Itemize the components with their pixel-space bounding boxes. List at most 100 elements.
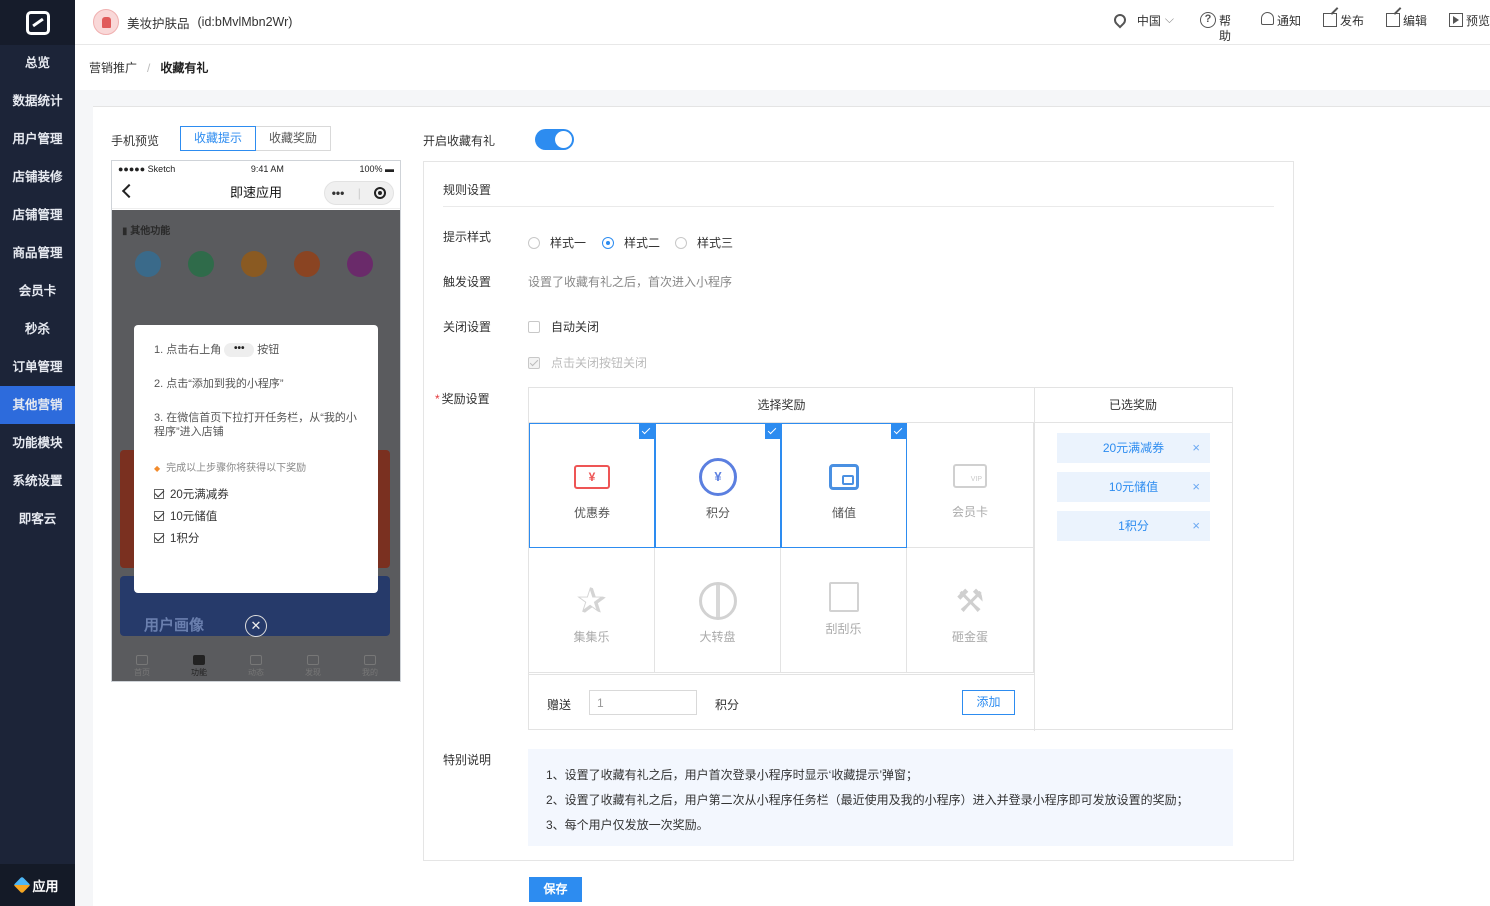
sidebar-item-modules[interactable]: 功能模块 — [0, 424, 75, 462]
bg-app-icon — [294, 251, 320, 277]
coupon-icon: ¥ — [574, 465, 610, 489]
clock: 9:41 AM — [250, 164, 284, 174]
edit-button[interactable]: 编辑 — [1385, 0, 1427, 29]
modal-close-icon[interactable]: ✕ — [245, 615, 267, 637]
remove-icon[interactable]: × — [1192, 511, 1200, 541]
sidebar-item-users[interactable]: 用户管理 — [0, 120, 75, 158]
close-label: 关闭设置 — [443, 320, 492, 334]
sidebar-item-cloud[interactable]: 即客云 — [0, 500, 75, 538]
tab-favorite-reward[interactable]: 收藏奖励 — [256, 126, 332, 151]
remove-icon[interactable]: × — [1192, 433, 1200, 463]
gift-row: 赠送 积分 添加 — [529, 674, 1034, 731]
help-icon: ? — [1199, 12, 1216, 28]
sidebar-item-other-marketing[interactable]: 其他营销 — [0, 386, 75, 424]
battery: 100% ▬ — [359, 164, 394, 174]
remove-icon[interactable]: × — [1192, 472, 1200, 502]
rules-title: 规则设置 — [443, 183, 492, 197]
check-icon — [891, 424, 906, 439]
region-selector[interactable]: 中国 ⌵ — [1111, 0, 1174, 29]
reward-selector: 选择奖励 已选奖励 ¥ 优惠券 ¥ 积分 储值 VIP 会员卡 ✰ 集集乐 大转盘 刮刮… — [528, 387, 1233, 731]
main-content: 手机预览 收藏提示 收藏奖励 ●●●●● Sketch 9:41 AM 100%… — [93, 106, 1490, 906]
trigger-text: 设置了收藏有礼之后，首次进入小程序 — [528, 275, 733, 289]
breadcrumb-parent[interactable]: 营销推广 — [89, 59, 137, 76]
help-button[interactable]: ? 帮助 — [1199, 0, 1233, 44]
location-pin-icon — [1111, 11, 1129, 29]
special-notes: 1、设置了收藏有礼之后，用户首次登录小程序时显示‘收藏提示’弹窗； 2、设置了收… — [528, 749, 1233, 846]
reward-tile-coupon[interactable]: ¥ 优惠券 — [529, 423, 655, 548]
bg-tab-mine: 我的 — [360, 655, 380, 677]
radio-style-2[interactable]: 样式二 — [602, 234, 660, 251]
publish-icon — [1322, 13, 1337, 27]
breadcrumb-separator: / — [147, 60, 151, 75]
reward-tile-stored-value[interactable]: 储值 — [781, 423, 907, 548]
publish-label: 发布 — [1339, 14, 1364, 28]
more-dots-icon: ••• — [224, 343, 255, 358]
breadcrumb-current: 收藏有礼 — [160, 61, 209, 75]
app-logo[interactable] — [0, 0, 75, 45]
sidebar-item-statistics[interactable]: 数据统计 — [0, 82, 75, 120]
store-info[interactable]: 美妆护肤品 (id:bMvlMbn2Wr) — [93, 9, 292, 35]
region-label: 中国 — [1136, 14, 1161, 28]
target-icon — [374, 187, 387, 199]
check-icon — [639, 424, 654, 439]
modal-gift-item: 20元满减券 — [154, 486, 358, 502]
bg-app-icon — [347, 251, 373, 277]
more-dots-icon: ••• — [331, 186, 345, 200]
add-button[interactable]: 添加 — [962, 690, 1015, 715]
checkbox-icon — [528, 320, 540, 333]
sidebar-item-store[interactable]: 店铺管理 — [0, 196, 75, 234]
bg-section-title: ▮ 其他功能 — [122, 226, 171, 237]
sidebar-item-decoration[interactable]: 店铺装修 — [0, 158, 75, 196]
sidebar-item-overview[interactable]: 总览 — [0, 45, 75, 82]
bell-icon — [1260, 12, 1274, 25]
bg-tab-func: 功能 — [189, 655, 209, 677]
bg-tab-dynamic: 动态 — [246, 655, 266, 677]
cube-icon — [13, 876, 31, 894]
preview-label: 手机预览 — [111, 134, 160, 148]
breadcrumb: 营销推广 / 收藏有礼 — [75, 45, 1490, 90]
sidebar-item-goods[interactable]: 商品管理 — [0, 234, 75, 272]
edit-icon — [1385, 13, 1400, 27]
radio-style-3[interactable]: 样式三 — [675, 234, 733, 251]
sidebar-item-flash-sale[interactable]: 秒杀 — [0, 310, 75, 348]
sidebar-item-member-card[interactable]: 会员卡 — [0, 272, 75, 310]
reward-tile-egg[interactable]: ⚒ 砸金蛋 — [907, 548, 1034, 673]
publish-button[interactable]: 发布 — [1322, 0, 1364, 29]
apps-label: 应用 — [32, 878, 59, 894]
preview-icon — [1448, 13, 1463, 27]
auto-close-checkbox[interactable]: 自动关闭 — [528, 318, 599, 335]
selected-chip: 10元储值 × — [1057, 472, 1210, 502]
mini-program-capsule: ••• | — [324, 181, 394, 205]
radio-checked-icon — [602, 236, 614, 249]
note-line: 2、设置了收藏有礼之后，用户第二次从小程序任务栏（最近使用及我的小程序）进入并登… — [546, 793, 1189, 807]
reward-tile-member-card[interactable]: VIP 会员卡 — [907, 423, 1034, 548]
hammer-icon: ⚒ — [955, 583, 985, 619]
reward-tile-points[interactable]: ¥ 积分 — [655, 423, 781, 548]
enable-favorite-gift-toggle[interactable] — [535, 129, 574, 150]
reward-tile-collect[interactable]: ✰ 集集乐 — [529, 548, 655, 673]
star-icon: ✰ — [576, 580, 607, 621]
tab-favorite-tip[interactable]: 收藏提示 — [180, 126, 257, 151]
modal-step-2: 2. 点击“添加到我的小程序” — [154, 378, 284, 391]
reward-label: * 奖励设置 — [435, 392, 490, 406]
note-label: 特别说明 — [443, 753, 492, 767]
apps-button[interactable]: 应用 — [0, 864, 75, 906]
radio-style-1[interactable]: 样式一 — [528, 234, 586, 251]
reward-tile-wheel[interactable]: 大转盘 — [655, 548, 781, 673]
store-avatar — [93, 9, 119, 35]
vip-card-icon: VIP — [953, 464, 987, 488]
help-label: 帮助 — [1218, 14, 1231, 43]
reward-tile-scratch[interactable]: 刮刮乐 — [781, 548, 907, 673]
favorite-tip-modal: 1. 点击右上角 ••• 按钮 2. 点击“添加到我的小程序” 3. 在微信首页下拉… — [134, 325, 378, 593]
sidebar-item-settings[interactable]: 系统设置 — [0, 462, 75, 500]
notify-button[interactable]: 通知 — [1260, 0, 1301, 29]
trigger-label: 触发设置 — [443, 275, 492, 289]
gift-quantity-input[interactable] — [589, 690, 697, 715]
preview-button[interactable]: 预览 — [1448, 0, 1490, 29]
radio-icon — [528, 236, 540, 249]
save-button[interactable]: 保存 — [529, 877, 582, 902]
gift-unit: 积分 — [715, 698, 740, 712]
sidebar-item-orders[interactable]: 订单管理 — [0, 348, 75, 386]
modal-step-1: 1. 点击右上角 ••• 按钮 — [154, 343, 280, 358]
store-id: (id:bMvlMbn2Wr) — [197, 15, 293, 29]
